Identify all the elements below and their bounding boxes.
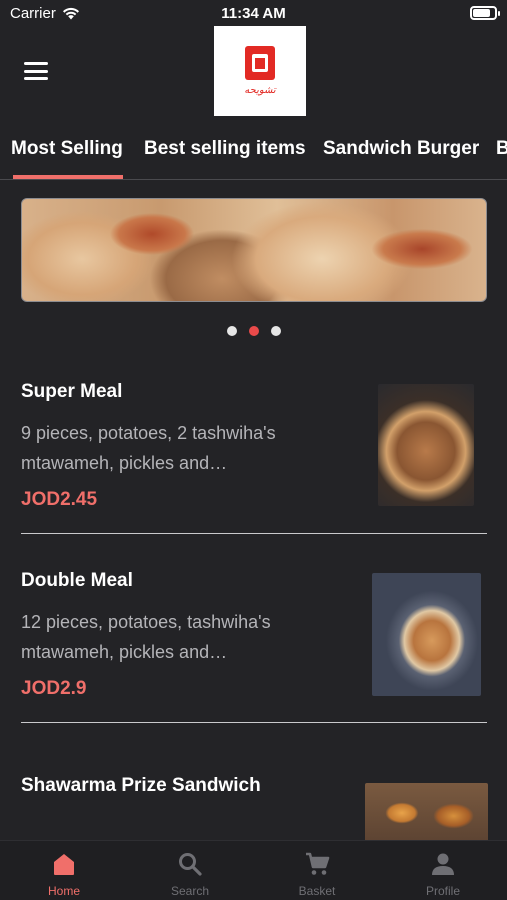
profile-icon bbox=[432, 853, 454, 875]
carousel-dot[interactable] bbox=[270, 326, 281, 336]
menu-button[interactable] bbox=[24, 62, 48, 80]
cart-icon bbox=[306, 852, 330, 875]
brand-logo: تشويحه bbox=[214, 26, 306, 116]
item-description-line: mtawameh, pickles and… bbox=[21, 453, 228, 473]
clock: 11:34 AM bbox=[221, 5, 286, 22]
nav-profile[interactable]: Profile bbox=[380, 841, 506, 900]
item-price: JOD2.45 bbox=[21, 489, 98, 510]
item-name: Double Meal bbox=[21, 570, 133, 591]
item-name: Shawarma Prize Sandwich bbox=[21, 775, 261, 796]
item-description-line: mtawameh, pickles and… bbox=[21, 642, 228, 662]
nav-label: Profile bbox=[425, 884, 460, 898]
shawarma-sandwich-image[interactable] bbox=[365, 783, 488, 843]
category-tabs: Most Selling Best selling items Sandwich… bbox=[0, 128, 507, 180]
item-price: JOD2.9 bbox=[21, 678, 87, 699]
battery-level bbox=[473, 9, 490, 17]
active-tab-indicator bbox=[13, 175, 123, 179]
carousel-pagination bbox=[0, 326, 507, 336]
status-bar: Carrier 11:34 AM bbox=[0, 0, 507, 28]
promo-banner[interactable] bbox=[21, 198, 487, 302]
super-meal-image[interactable] bbox=[378, 384, 474, 506]
nav-label: Basket bbox=[298, 884, 336, 898]
item-description-line: 12 pieces, potatoes, tashwiha's bbox=[21, 612, 271, 632]
item-description-line: 9 pieces, potatoes, 2 tashwiha's bbox=[21, 423, 276, 443]
hamburger-icon bbox=[24, 62, 48, 65]
battery-icon bbox=[470, 6, 500, 20]
search-icon bbox=[179, 853, 202, 876]
tab-best-selling-items[interactable]: Best selling items bbox=[144, 138, 306, 160]
item-name: Super Meal bbox=[21, 381, 123, 402]
nav-label: Home bbox=[47, 884, 80, 898]
double-meal-image[interactable] bbox=[372, 573, 481, 696]
tab-overflow[interactable]: B bbox=[496, 138, 507, 160]
nav-label: Search bbox=[170, 884, 210, 898]
divider bbox=[21, 722, 487, 723]
tab-sandwich-burger[interactable]: Sandwich Burger bbox=[323, 138, 479, 160]
carousel-dot[interactable] bbox=[226, 326, 237, 336]
tab-most-selling[interactable]: Most Selling bbox=[11, 138, 123, 160]
logo-wordmark: تشويحه bbox=[244, 85, 276, 96]
nav-basket[interactable]: Basket bbox=[254, 841, 380, 900]
nav-search[interactable]: Search bbox=[127, 841, 253, 900]
carousel-dot-active[interactable] bbox=[248, 326, 259, 336]
bottom-navigation: Home Search Basket Profile bbox=[0, 840, 507, 900]
home-icon bbox=[54, 854, 74, 875]
logo-mark-icon bbox=[245, 46, 275, 80]
nav-home[interactable]: Home bbox=[1, 841, 127, 900]
divider bbox=[21, 533, 487, 534]
